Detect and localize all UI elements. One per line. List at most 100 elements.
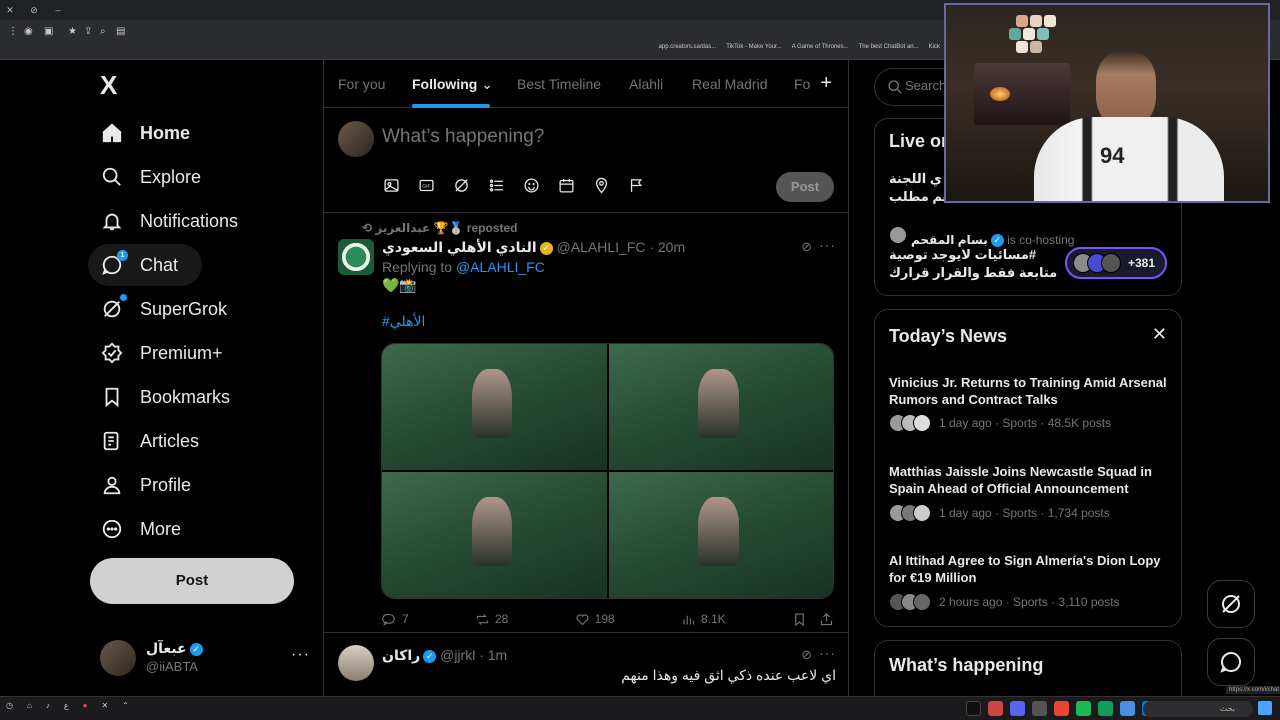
tab-real-madrid[interactable]: Real Madrid — [692, 60, 767, 108]
account-switcher[interactable]: عبعآل ✓ @iiABTA ··· — [100, 638, 310, 678]
views-button[interactable]: 8.1K — [681, 609, 726, 629]
minimize-window-icon[interactable]: – — [52, 4, 64, 16]
listeners-pill[interactable]: +381 — [1065, 247, 1167, 279]
sidebar-item-chat[interactable]: 1 Chat — [88, 244, 202, 286]
tweet-author-name[interactable]: النادي الأهلي السعودي — [382, 239, 537, 255]
x-logo[interactable]: X — [100, 70, 130, 100]
menu-icon[interactable]: ⋮ — [8, 26, 18, 37]
share-icon[interactable]: ⇪ — [84, 26, 92, 37]
grok-button[interactable] — [1207, 580, 1255, 628]
taskbar-search[interactable]: بحث — [1143, 701, 1253, 717]
tab-for-you[interactable]: For you — [338, 60, 385, 108]
schedule-icon[interactable] — [557, 176, 575, 194]
sidebar-item-more[interactable]: More — [88, 508, 181, 550]
grok-icon[interactable]: ⊘ — [801, 647, 812, 663]
like-button[interactable]: 198 — [575, 609, 615, 629]
more-icon[interactable]: ··· — [291, 646, 310, 664]
mute-icon[interactable]: ✕ — [101, 701, 108, 710]
grok-icon[interactable] — [452, 176, 470, 194]
share-icon[interactable] — [819, 612, 834, 627]
bookmark-item[interactable]: app.creators.sa/das... — [659, 44, 717, 58]
sidebar-item-premium[interactable]: Premium+ — [88, 332, 223, 374]
tab-following[interactable]: Following ⌄ — [412, 60, 493, 108]
tweet-author-name[interactable]: راكان — [382, 647, 420, 663]
bookmark-item[interactable]: Kick — [929, 44, 940, 58]
hashtag-link[interactable]: #الأهلي — [382, 313, 425, 330]
bookmark-item[interactable]: A Game of Thrones... — [792, 44, 849, 58]
news-headline[interactable]: Matthias Jaissle Joins Newcastle Squad i… — [889, 463, 1169, 497]
extension-icon[interactable]: ▣ — [44, 26, 53, 37]
gif-icon[interactable]: GIF — [417, 176, 435, 194]
account-name: عبعآل — [146, 640, 187, 656]
app-icon[interactable] — [1120, 701, 1135, 716]
chevron-up-icon[interactable]: ⌃ — [122, 701, 129, 710]
sidebar-item-bookmarks[interactable]: Bookmarks — [88, 376, 230, 418]
discord-icon[interactable] — [1010, 701, 1025, 716]
tweet-photo[interactable] — [608, 344, 833, 470]
cohost-name[interactable]: بسام المقحم — [911, 233, 988, 247]
bookmark-icon[interactable] — [792, 612, 807, 627]
image-icon[interactable] — [382, 176, 400, 194]
bookmark-item[interactable]: TikTok - Make Your... — [726, 44, 781, 58]
tab-truncated[interactable]: Fo — [794, 60, 810, 108]
tweet-photo[interactable] — [382, 472, 607, 598]
repost-button[interactable]: 28 — [475, 609, 508, 629]
app-icon[interactable] — [1032, 701, 1047, 716]
extension-icon[interactable]: ◉ — [24, 26, 33, 37]
post-button[interactable]: Post — [776, 172, 834, 202]
search-icon[interactable]: ⌕ — [100, 26, 106, 37]
more-icon[interactable]: ··· — [819, 237, 836, 253]
messages-button[interactable] — [1207, 638, 1255, 686]
sidebar-item-home[interactable]: Home — [88, 112, 190, 154]
news-headline[interactable]: Vinicius Jr. Returns to Training Amid Ar… — [889, 374, 1169, 408]
tiktok-icon[interactable] — [966, 701, 981, 716]
sidebar-item-explore[interactable]: Explore — [88, 156, 201, 198]
maximize-window-icon[interactable]: ⊘ — [28, 4, 40, 16]
close-icon[interactable]: ✕ — [1152, 324, 1167, 345]
cohost-line: بسام المقحم ✓ is co-hosting — [889, 226, 1074, 248]
avatar[interactable] — [338, 239, 374, 275]
app-icon[interactable] — [988, 701, 1003, 716]
grok-icon[interactable]: ⊘ — [801, 239, 812, 255]
volume-icon[interactable]: ♪ — [46, 701, 50, 710]
location-icon[interactable] — [592, 176, 610, 194]
repost-count: 28 — [494, 612, 509, 626]
tweet-author-handle[interactable]: @jjrkl · 1m — [440, 647, 507, 663]
chrome-icon[interactable] — [1054, 701, 1069, 716]
app-icon[interactable] — [1076, 701, 1091, 716]
avatar[interactable] — [338, 645, 374, 681]
tab-alahli[interactable]: Alahli — [629, 60, 663, 108]
mic-icon[interactable]: ● — [83, 701, 88, 710]
emoji-icon[interactable] — [522, 176, 540, 194]
start-icon[interactable] — [1258, 701, 1272, 715]
flag-icon[interactable] — [627, 176, 645, 194]
replying-to-link[interactable]: @ALAHLI_FC — [456, 259, 545, 275]
add-tab-icon[interactable]: + — [820, 72, 832, 95]
reply-button[interactable]: 7 — [382, 609, 409, 629]
sidebar-item-profile[interactable]: Profile — [88, 464, 191, 506]
post-button[interactable]: Post — [90, 558, 294, 604]
clock-icon[interactable]: ◷ — [6, 701, 13, 710]
sidebar-item-articles[interactable]: Articles — [88, 420, 199, 462]
bookmark-item[interactable]: The best ChatBot an... — [859, 44, 919, 58]
sidebar-item-supergrok[interactable]: SuperGrok — [88, 288, 227, 330]
more-icon[interactable]: ··· — [819, 645, 836, 661]
sidebar-item-notifications[interactable]: Notifications — [88, 200, 238, 242]
star-icon[interactable]: ★ — [68, 26, 77, 37]
news-headline[interactable]: Al Ittihad Agree to Sign Almería's Dion … — [889, 552, 1169, 586]
tweet-photo[interactable] — [608, 472, 833, 598]
language-icon[interactable]: ع — [64, 701, 69, 710]
poll-icon[interactable] — [487, 176, 505, 194]
tweet[interactable]: ⟲ عبدالعزيز 🏆🥈 reposted النادي الأهلي ال… — [324, 213, 848, 633]
tab-best-timeline[interactable]: Best Timeline — [517, 60, 601, 108]
tweet[interactable]: راكان ✓ @jjrkl · 1m ⊘ ··· اي لاعب عنده ذك… — [324, 633, 848, 696]
screen-icon[interactable]: ▤ — [116, 26, 125, 37]
tweet-author-handle[interactable]: @ALAHLI_FC · 20m — [557, 239, 686, 255]
close-window-icon[interactable]: ✕ — [4, 4, 16, 16]
space-subtitle[interactable]: متابعة فقط والقرار قرارك — [889, 265, 1057, 281]
network-icon[interactable]: ⌂ — [27, 701, 32, 710]
sheets-icon[interactable] — [1098, 701, 1113, 716]
compose-input[interactable] — [382, 126, 782, 148]
tweet-photo[interactable] — [382, 344, 607, 470]
space-title[interactable]: #مسائيات لايوجد توصية — [889, 247, 1036, 263]
